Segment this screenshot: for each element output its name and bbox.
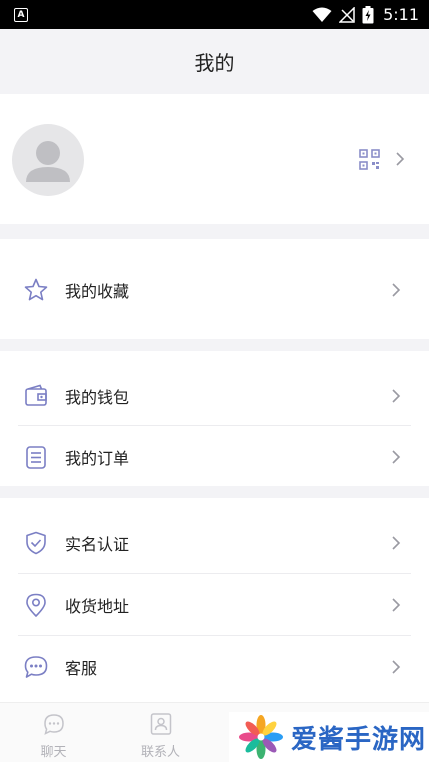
menu-item-label: 实名认证	[65, 534, 130, 554]
menu-group-wallet: 我的钱包 我的订单	[0, 351, 429, 486]
signal-icon	[339, 6, 355, 23]
chat-bubble-icon	[24, 655, 48, 678]
wallet-icon	[25, 384, 47, 406]
menu-item-customer-service[interactable]: 客服	[0, 636, 429, 697]
default-avatar-icon	[26, 141, 70, 182]
tab-contacts[interactable]: 联系人	[107, 703, 214, 762]
order-list-icon	[26, 445, 46, 469]
menu-group-account: 实名认证 收货地址 客服	[0, 498, 429, 702]
menu-item-label: 我的订单	[65, 448, 130, 468]
chevron-right-icon	[392, 535, 401, 550]
shield-check-icon	[26, 531, 46, 554]
contacts-icon	[150, 713, 171, 735]
menu-item-label: 我的钱包	[65, 387, 130, 407]
menu-item-address[interactable]: 收货地址	[0, 574, 429, 635]
tab-chat[interactable]: 聊天	[0, 703, 107, 762]
tab-label: 聊天	[40, 745, 67, 760]
wifi-icon	[312, 7, 332, 22]
qr-code-icon[interactable]	[359, 149, 380, 170]
watermark-text: 爱酱手游网	[291, 724, 427, 755]
chevron-right-icon	[392, 449, 401, 464]
location-pin-icon	[26, 593, 46, 617]
menu-item-favorites[interactable]: 我的收藏	[0, 259, 429, 320]
chat-icon	[43, 714, 64, 735]
chevron-right-icon	[396, 152, 405, 166]
star-icon	[24, 278, 48, 300]
page-title: 我的	[194, 51, 235, 75]
watermark: 爱酱手游网	[229, 712, 429, 762]
avatar[interactable]	[12, 124, 84, 196]
status-bar: A 5:11	[0, 0, 429, 29]
menu-item-wallet[interactable]: 我的钱包	[0, 365, 429, 426]
clock: 5:11	[383, 5, 419, 24]
menu-item-verification[interactable]: 实名认证	[0, 512, 429, 573]
profile-card[interactable]	[0, 94, 429, 224]
menu-item-label: 我的收藏	[65, 281, 130, 301]
title-bar: 我的	[0, 29, 429, 94]
menu-item-label: 收货地址	[65, 596, 130, 616]
chevron-right-icon	[392, 282, 401, 297]
chevron-right-icon	[392, 388, 401, 403]
menu-group-favorites: 我的收藏	[0, 239, 429, 339]
tab-label: 联系人	[140, 745, 180, 760]
chevron-right-icon	[392, 659, 401, 674]
pinwheel-logo-icon	[239, 715, 283, 759]
chevron-right-icon	[392, 597, 401, 612]
menu-item-label: 客服	[65, 658, 98, 678]
app-notification-icon: A	[14, 7, 28, 22]
battery-icon	[362, 5, 374, 23]
menu-item-orders[interactable]: 我的订单	[0, 426, 429, 487]
